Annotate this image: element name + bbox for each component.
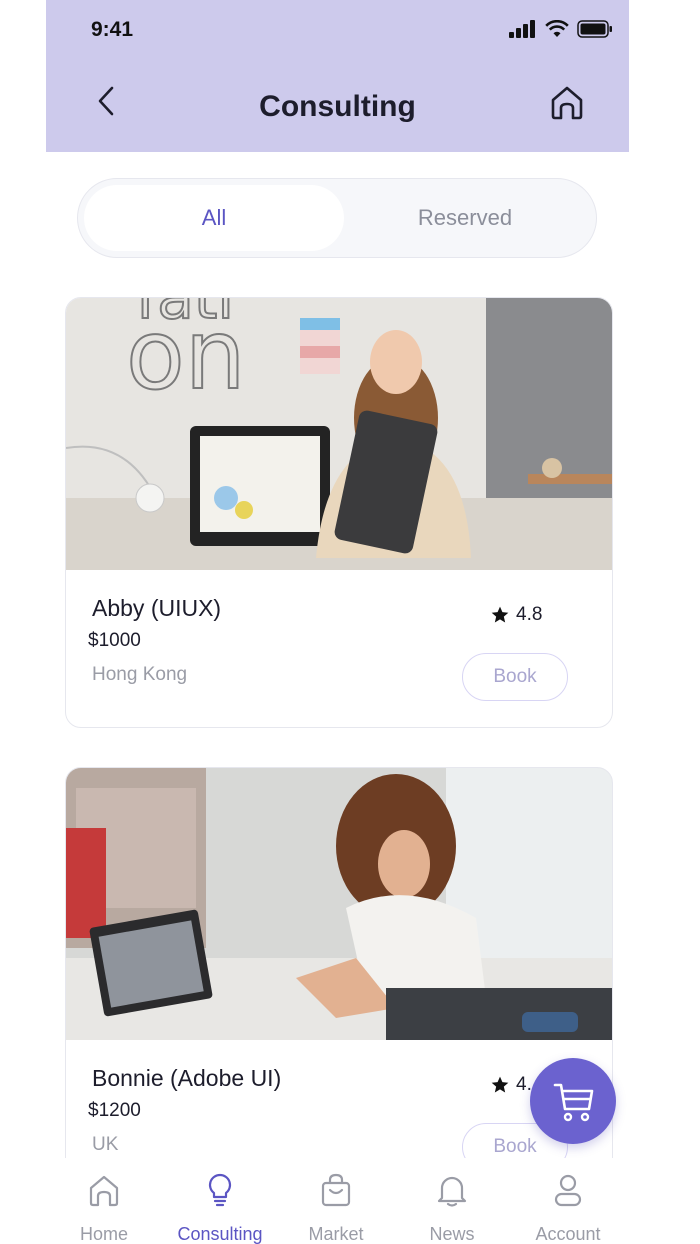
tab-account[interactable]: Account: [510, 1158, 626, 1244]
phone-screen: 9:41 Consulting All Reserved on fati Abb…: [46, 0, 629, 1244]
signal-icon: [509, 20, 535, 38]
tab-label: Consulting: [177, 1224, 263, 1244]
rating: 4.: [490, 1074, 532, 1096]
header: 9:41 Consulting: [46, 0, 629, 152]
shopping-bag-icon: [321, 1173, 351, 1207]
status-time: 9:41: [91, 18, 134, 41]
wifi-icon: [545, 20, 569, 37]
tab-label: Account: [535, 1224, 601, 1244]
rating-value: 4.: [516, 1074, 532, 1095]
svg-text:fati: fati: [136, 298, 234, 333]
tab-label: Home: [79, 1224, 128, 1244]
segmented-control: All Reserved: [77, 178, 597, 258]
segment-reserved[interactable]: Reserved: [340, 185, 590, 251]
tab-news[interactable]: News: [394, 1158, 510, 1244]
segment-all[interactable]: All: [84, 185, 344, 251]
tab-home[interactable]: Home: [46, 1158, 162, 1244]
home-icon: [89, 1175, 119, 1207]
consultant-name: Abby (UIUX): [92, 595, 222, 621]
star-icon: [491, 1076, 509, 1093]
status-icons: [509, 20, 613, 38]
consultant-location: Hong Kong: [92, 664, 188, 685]
book-button[interactable]: Book: [462, 653, 568, 701]
consultant-price: $1200: [88, 1100, 141, 1121]
bell-icon: [437, 1176, 467, 1207]
star-icon: [491, 606, 509, 623]
tab-market[interactable]: Market: [278, 1158, 394, 1244]
rating-value: 4.8: [516, 604, 543, 625]
consultant-photo: on fati: [66, 298, 612, 570]
cart-fab-button[interactable]: [530, 1058, 616, 1144]
lightbulb-icon: [208, 1173, 232, 1207]
tab-label: News: [429, 1224, 475, 1244]
home-icon[interactable]: [547, 82, 587, 122]
consultant-card[interactable]: Bonnie (Adobe UI) $1200 UK 4. Book: [65, 767, 613, 1198]
user-icon: [554, 1174, 582, 1207]
rating: 4.8: [490, 604, 542, 626]
tab-label: Market: [308, 1224, 364, 1244]
tab-consulting[interactable]: Consulting: [162, 1158, 278, 1244]
cart-icon: [553, 1083, 594, 1122]
battery-icon: [577, 20, 612, 38]
consultant-photo: [66, 768, 612, 1040]
page-title: Consulting: [259, 90, 416, 123]
consultant-name: Bonnie (Adobe UI): [92, 1065, 282, 1091]
consultant-card[interactable]: on fati Abby (UIUX) $1000 Hong Kong 4.8 …: [65, 297, 613, 728]
consultant-location: UK: [92, 1134, 119, 1155]
consultant-price: $1000: [88, 630, 141, 651]
tab-bar: Home Consulting Market News Account: [46, 1158, 629, 1244]
